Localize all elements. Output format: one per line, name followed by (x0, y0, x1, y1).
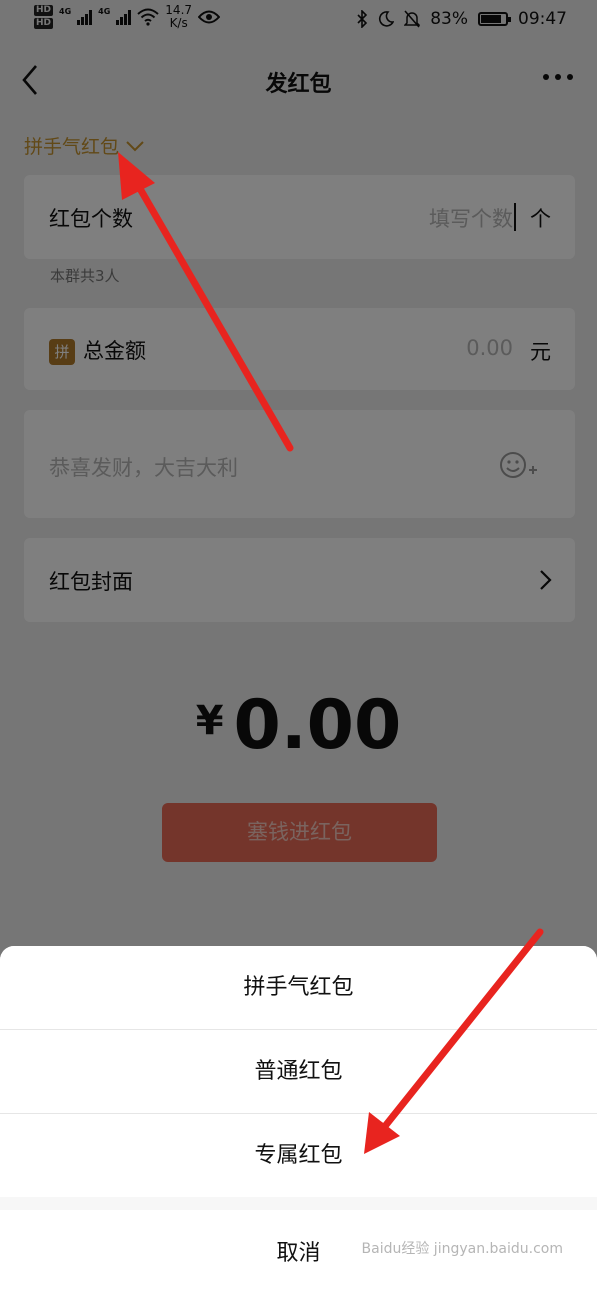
option-exclusive-packet[interactable]: 专属红包 (0, 1114, 597, 1197)
watermark: Baidu经验 jingyan.baidu.com (361, 1241, 563, 1257)
option-lucky-packet[interactable]: 拼手气红包 (0, 946, 597, 1029)
option-normal-packet[interactable]: 普通红包 (0, 1030, 597, 1113)
